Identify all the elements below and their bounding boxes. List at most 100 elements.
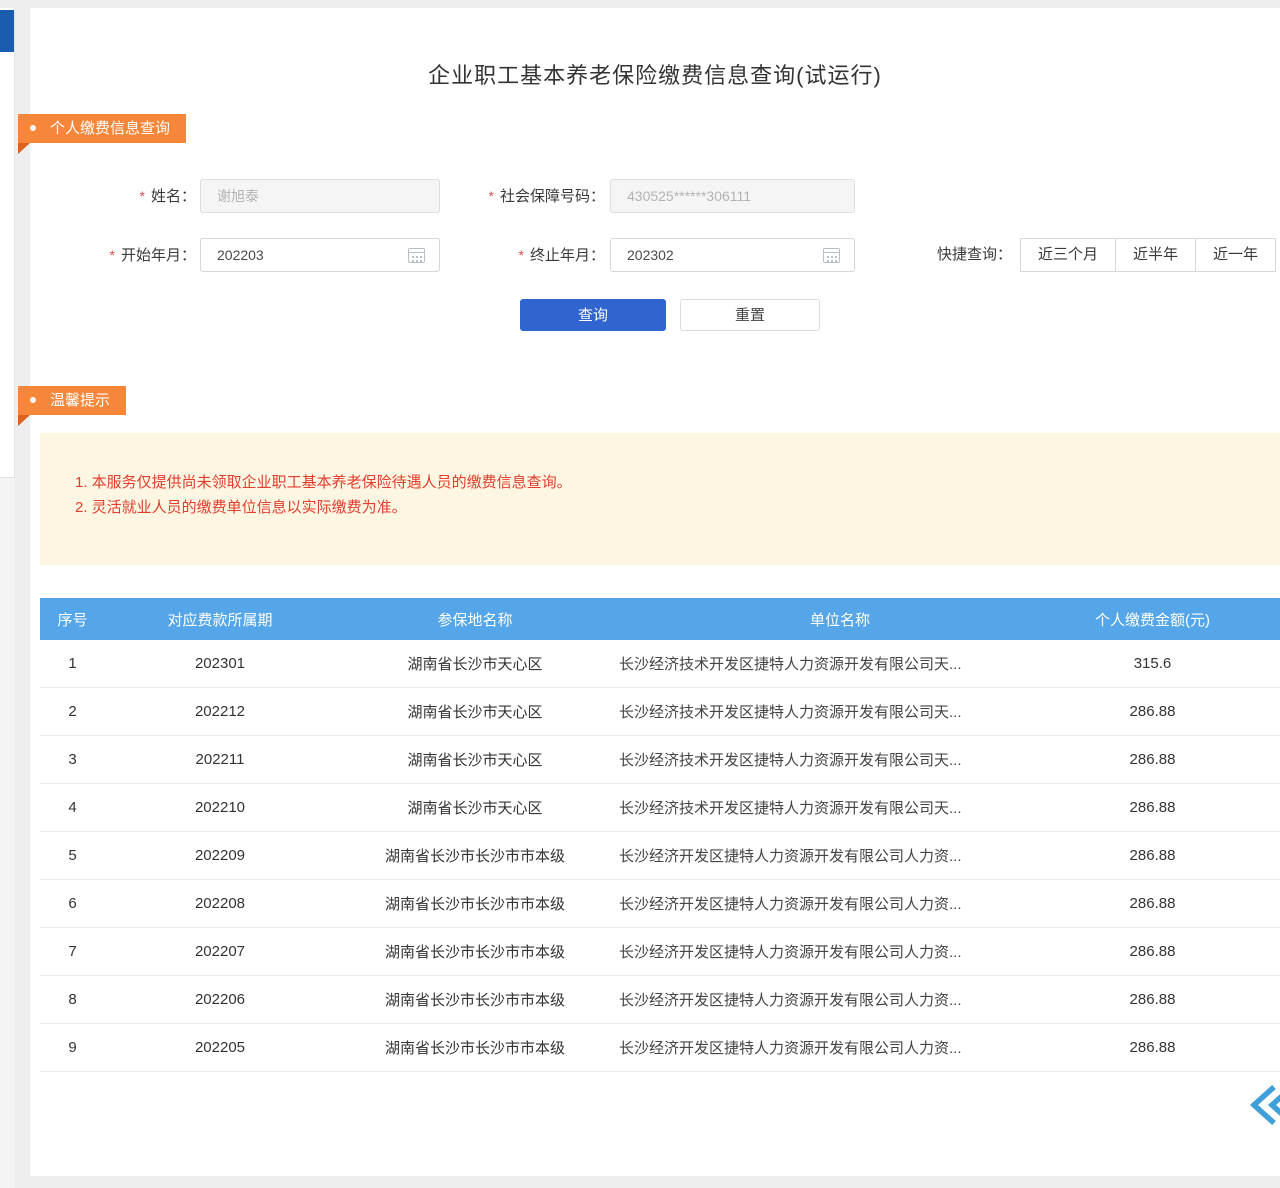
collapsed-sidebar-panel <box>0 8 15 478</box>
sidebar-blue-tab[interactable] <box>0 10 14 52</box>
table-cell: 长沙经济开发区捷特人力资源开发有限公司人力资... <box>615 976 1065 1023</box>
quick-query-button-group: 近三个月 近半年 近一年 <box>1020 238 1276 272</box>
table-cell: 6 <box>40 880 105 927</box>
section-badge-tips: 温馨提示 <box>18 386 126 415</box>
name-input[interactable]: 谢旭泰 <box>200 179 440 213</box>
table-cell: 长沙经济技术开发区捷特人力资源开发有限公司天... <box>615 640 1065 687</box>
section-badge-label: 温馨提示 <box>50 392 110 409</box>
table-cell: 2 <box>40 688 105 735</box>
badge-fold-corner <box>18 415 30 426</box>
table-cell: 湖南省长沙市天心区 <box>335 640 615 687</box>
table-header-employer: 单位名称 <box>615 598 1065 640</box>
table-row: 2202212湖南省长沙市天心区长沙经济技术开发区捷特人力资源开发有限公司天..… <box>40 688 1280 736</box>
ssn-input[interactable]: 430525******306111 <box>610 179 855 213</box>
bullet-dot-icon <box>30 125 36 131</box>
table-cell: 286.88 <box>1065 1024 1240 1071</box>
table-cell: 202211 <box>105 736 335 783</box>
name-label-text: 姓名： <box>151 188 196 205</box>
calendar-icon[interactable] <box>823 248 840 263</box>
table-cell: 315.6 <box>1065 640 1240 687</box>
section-badge-personal-query: 个人缴费信息查询 <box>18 114 186 143</box>
table-cell: 202301 <box>105 640 335 687</box>
table-cell: 202206 <box>105 976 335 1023</box>
table-cell: 长沙经济技术开发区捷特人力资源开发有限公司天... <box>615 688 1065 735</box>
table-cell: 202207 <box>105 928 335 975</box>
reset-button[interactable]: 重置 <box>680 299 820 331</box>
table-row: 6202208湖南省长沙市长沙市市本级长沙经济开发区捷特人力资源开发有限公司人力… <box>40 880 1280 928</box>
table-cell: 286.88 <box>1065 832 1240 879</box>
table-cell: 202210 <box>105 784 335 831</box>
table-row: 7202207湖南省长沙市长沙市市本级长沙经济开发区捷特人力资源开发有限公司人力… <box>40 928 1280 976</box>
table-cell: 202209 <box>105 832 335 879</box>
table-row: 9202205湖南省长沙市长沙市市本级长沙经济开发区捷特人力资源开发有限公司人力… <box>40 1024 1280 1072</box>
query-button[interactable]: 查询 <box>520 299 666 331</box>
table-cell: 286.88 <box>1065 880 1240 927</box>
table-cell: 286.88 <box>1065 736 1240 783</box>
table-cell: 长沙经济技术开发区捷特人力资源开发有限公司天... <box>615 784 1065 831</box>
required-asterisk: * <box>519 247 524 263</box>
quick-btn-last-3-months[interactable]: 近三个月 <box>1020 238 1116 272</box>
double-chevron-left-icon[interactable] <box>1244 1082 1280 1128</box>
table-cell: 7 <box>40 928 105 975</box>
end-month-label-text: 终止年月： <box>530 247 605 264</box>
start-month-label-text: 开始年月： <box>121 247 196 264</box>
table-cell: 286.88 <box>1065 976 1240 1023</box>
page-title: 企业职工基本养老保险缴费信息查询(试运行) <box>30 58 1280 90</box>
name-label: *姓名： <box>100 179 196 214</box>
table-header-period: 对应费款所属期 <box>105 598 335 640</box>
table-cell: 286.88 <box>1065 688 1240 735</box>
quick-btn-last-year[interactable]: 近一年 <box>1195 238 1276 272</box>
table-cell: 286.88 <box>1065 928 1240 975</box>
table-cell: 湖南省长沙市长沙市市本级 <box>335 928 615 975</box>
table-cell: 202212 <box>105 688 335 735</box>
calendar-icon[interactable] <box>408 248 425 263</box>
table-cell: 4 <box>40 784 105 831</box>
table-cell: 202205 <box>105 1024 335 1071</box>
table-cell: 长沙经济开发区捷特人力资源开发有限公司人力资... <box>615 880 1065 927</box>
section-badge-label: 个人缴费信息查询 <box>50 120 170 137</box>
table-row: 1202301湖南省长沙市天心区长沙经济技术开发区捷特人力资源开发有限公司天..… <box>40 640 1280 688</box>
table-cell: 湖南省长沙市长沙市市本级 <box>335 1024 615 1071</box>
bullet-dot-icon <box>30 397 36 403</box>
table-cell: 8 <box>40 976 105 1023</box>
table-cell: 长沙经济开发区捷特人力资源开发有限公司人力资... <box>615 1024 1065 1071</box>
table-cell: 长沙经济开发区捷特人力资源开发有限公司人力资... <box>615 832 1065 879</box>
table-cell: 3 <box>40 736 105 783</box>
end-month-input[interactable]: 202302 <box>610 238 855 272</box>
tips-line: 1. 本服务仅提供尚未领取企业职工基本养老保险待遇人员的缴费信息查询。 <box>75 471 572 492</box>
required-asterisk: * <box>489 188 494 204</box>
table-cell: 长沙经济开发区捷特人力资源开发有限公司人力资... <box>615 928 1065 975</box>
table-cell: 286.88 <box>1065 784 1240 831</box>
table-cell: 湖南省长沙市天心区 <box>335 736 615 783</box>
table-row: 3202211湖南省长沙市天心区长沙经济技术开发区捷特人力资源开发有限公司天..… <box>40 736 1280 784</box>
end-month-label: * 终止年月： <box>460 238 605 273</box>
required-asterisk: * <box>110 247 115 263</box>
table-body: 1202301湖南省长沙市天心区长沙经济技术开发区捷特人力资源开发有限公司天..… <box>40 640 1280 1072</box>
table-cell: 湖南省长沙市天心区 <box>335 688 615 735</box>
ssn-label-text: 社会保障号码： <box>500 188 605 205</box>
start-month-label: * 开始年月： <box>100 238 196 273</box>
table-cell: 湖南省长沙市天心区 <box>335 784 615 831</box>
payment-records-table: 序号 对应费款所属期 参保地名称 单位名称 个人缴费金额(元) 1202301湖… <box>40 598 1280 1072</box>
ssn-label: * 社会保障号码： <box>460 179 605 214</box>
table-cell: 5 <box>40 832 105 879</box>
page-background-strip <box>0 478 15 1188</box>
table-header-place: 参保地名称 <box>335 598 615 640</box>
table-row: 4202210湖南省长沙市天心区长沙经济技术开发区捷特人力资源开发有限公司天..… <box>40 784 1280 832</box>
table-row: 5202209湖南省长沙市长沙市市本级长沙经济开发区捷特人力资源开发有限公司人力… <box>40 832 1280 880</box>
table-header-amount: 个人缴费金额(元) <box>1065 598 1240 640</box>
quick-btn-last-half-year[interactable]: 近半年 <box>1115 238 1196 272</box>
table-header-row: 序号 对应费款所属期 参保地名称 单位名称 个人缴费金额(元) <box>40 598 1280 640</box>
end-month-value: 202302 <box>627 247 674 263</box>
table-cell: 长沙经济技术开发区捷特人力资源开发有限公司天... <box>615 736 1065 783</box>
table-cell: 湖南省长沙市长沙市市本级 <box>335 880 615 927</box>
badge-fold-corner <box>18 143 30 154</box>
start-month-input[interactable]: 202203 <box>200 238 440 272</box>
table-cell: 湖南省长沙市长沙市市本级 <box>335 976 615 1023</box>
table-cell: 湖南省长沙市长沙市市本级 <box>335 832 615 879</box>
table-cell: 9 <box>40 1024 105 1071</box>
pension-query-page: 企业职工基本养老保险缴费信息查询(试运行) 个人缴费信息查询 *姓名： 谢旭泰 … <box>0 0 1280 1188</box>
table-row: 8202206湖南省长沙市长沙市市本级长沙经济开发区捷特人力资源开发有限公司人力… <box>40 976 1280 1024</box>
quick-query-label: 快捷查询： <box>905 238 1012 272</box>
tips-notice-box: 1. 本服务仅提供尚未领取企业职工基本养老保险待遇人员的缴费信息查询。 2. 灵… <box>40 433 1280 565</box>
